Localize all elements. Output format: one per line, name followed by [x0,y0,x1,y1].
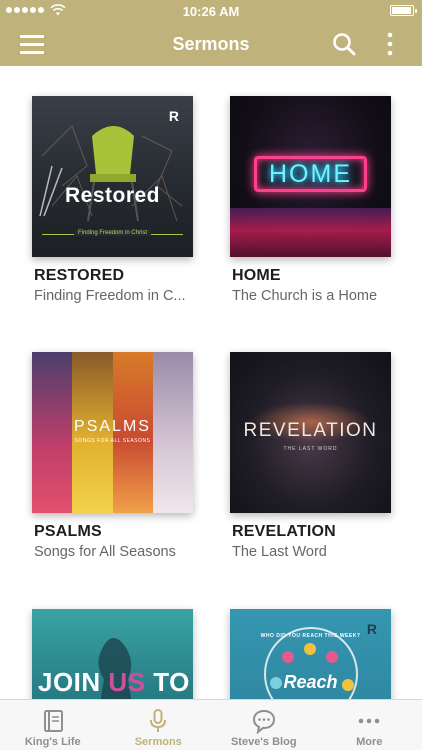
tab-bar: King's Life Sermons Steve's Blog More [0,699,422,750]
sermon-artwork[interactable]: PSALMS SONGS FOR ALL SEASONS [32,352,193,513]
sermon-title[interactable]: REVELATION [232,523,409,541]
tab-steves-blog[interactable]: Steve's Blog [211,700,317,750]
artwork-tagline: Finding Freedom in Christ [32,230,193,236]
sermon-card-restored[interactable]: R Restored Finding Freedom in Christ RES… [31,96,211,304]
artwork-title: REVELATION [243,420,378,441]
artwork-title: HOME [254,156,367,192]
tab-sermons[interactable]: Sermons [106,700,212,750]
sermon-card-revelation[interactable]: REVELATION THE LAST WORD REVELATION The … [229,352,409,560]
sermon-grid: R Restored Finding Freedom in Christ RES… [0,66,422,699]
artwork-title: Reach [283,672,338,692]
sermon-subtitle: The Church is a Home [232,288,378,304]
tab-kings-life[interactable]: King's Life [0,700,106,750]
chat-bubble-icon [252,709,275,734]
sermon-artwork[interactable]: R Restored Finding Freedom in Christ [32,96,193,257]
sermon-card-home[interactable]: HOME HOME The Church is a Home [229,96,409,304]
church-logo-icon: R [168,108,179,124]
tab-more[interactable]: More [317,700,422,750]
sermon-title[interactable]: PSALMS [34,523,211,541]
tab-label: King's Life [24,736,81,748]
more-horizontal-icon [358,718,380,724]
status-bar: 10:26 AM [0,0,422,22]
page-title: Sermons [172,34,250,54]
sermon-card-join-us[interactable]: JOIN US TO [31,609,211,699]
sermon-subtitle: Songs for All Seasons [34,544,176,560]
sermon-title[interactable]: HOME [232,267,409,285]
artwork-tagline: SONGS FOR ALL SEASONS [74,438,151,444]
sermon-subtitle: Finding Freedom in C... [34,288,186,304]
sermon-title[interactable]: RESTORED [34,267,211,285]
artwork-title: Restored [64,184,161,207]
sermon-artwork[interactable]: R WHO DID YOU REACH THIS WEEK? Reach [230,609,391,699]
artwork-title: PSALMS [74,418,151,435]
artwork-title: JOIN US TO [38,667,190,697]
sermon-subtitle: The Last Word [232,544,327,560]
tab-label: Steve's Blog [230,736,297,748]
battery-icon [390,5,417,16]
status-time: 10:26 AM [182,4,240,19]
artwork-tagline: WHO DID YOU REACH THIS WEEK? [260,633,361,639]
tab-label: Sermons [134,736,182,748]
sermon-card-reach[interactable]: R WHO DID YOU REACH THIS WEEK? Reach [229,609,409,699]
book-icon [43,710,63,732]
tab-label: More [356,736,383,748]
sermon-artwork[interactable]: HOME [230,96,391,257]
navigation-bar: Sermons [0,22,422,66]
sermon-artwork[interactable]: REVELATION THE LAST WORD [230,352,391,513]
artwork-tagline: THE LAST WORD [283,446,338,452]
sermon-card-psalms[interactable]: PSALMS SONGS FOR ALL SEASONS PSALMS Song… [31,352,211,560]
search-icon[interactable] [331,31,357,57]
microphone-icon [150,709,167,732]
more-vertical-icon[interactable] [378,30,402,58]
sermon-artwork[interactable]: JOIN US TO [32,609,193,699]
